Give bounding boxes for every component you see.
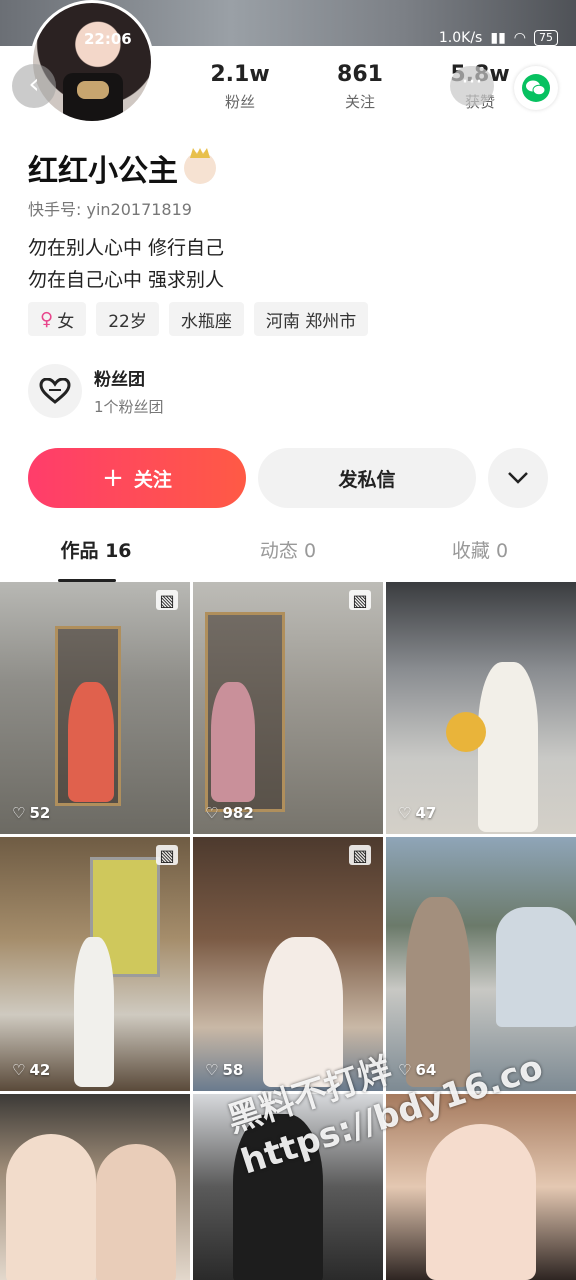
post-thumbnail[interactable] <box>193 1094 383 1280</box>
like-count: ♡ 58 <box>205 1061 243 1079</box>
person-shape <box>6 1134 96 1280</box>
heart-icon: ♡ <box>12 1061 26 1079</box>
stat-value: 861 <box>337 62 383 87</box>
follow-label: 关注 <box>133 468 172 491</box>
follow-button[interactable]: + 关注 <box>28 448 246 508</box>
person-shape <box>478 662 538 832</box>
stat-value: 2.1w <box>210 62 270 87</box>
post-thumbnail[interactable] <box>0 1094 190 1280</box>
post-thumbnail[interactable]: ♡ 64 <box>386 837 576 1091</box>
person-shape <box>74 937 114 1087</box>
tag-text: 女 <box>57 311 75 332</box>
heart-icon: ♡ <box>398 804 412 822</box>
heart-icon: ♡ <box>12 804 26 822</box>
like-count-text: 58 <box>222 1061 244 1079</box>
stat-fans[interactable]: 2.1w 粉丝 <box>190 62 290 112</box>
heart-outline-icon <box>28 364 82 418</box>
tab-favorites[interactable]: 收藏 0 <box>384 536 576 576</box>
bio: 勿在别人心中 修行自己 勿在自己心中 强求别人 <box>28 232 224 296</box>
like-count-text: 47 <box>415 804 437 822</box>
like-count: ♡ 64 <box>398 1061 436 1079</box>
more-options-button[interactable]: ··· <box>450 66 494 106</box>
send-message-button[interactable]: 发私信 <box>258 448 476 508</box>
status-time: 22:06 <box>84 30 132 48</box>
tag-zodiac: 水瓶座 <box>168 302 244 336</box>
person-shape <box>406 897 470 1087</box>
tab-moments[interactable]: 动态 0 <box>192 536 384 576</box>
like-count: ♡ 52 <box>12 804 50 822</box>
flower-bouquet-shape <box>446 712 486 752</box>
stat-label: 关注 <box>344 93 375 111</box>
tag-location[interactable]: 河南 郑州市 <box>253 302 369 336</box>
car-shape <box>496 907 576 1027</box>
like-count-text: 52 <box>29 804 51 822</box>
fan-club-subtitle: 1个粉丝团 <box>94 398 164 416</box>
wechat-icon <box>522 74 550 102</box>
avatar-bow <box>77 81 109 99</box>
heart-icon: ♡ <box>398 1061 412 1079</box>
recommend-dropdown-button[interactable] <box>488 448 548 508</box>
status-icons: 1.0K/s ▮▮ ◠ 75 <box>439 30 558 46</box>
back-button[interactable]: ‹ <box>12 64 56 108</box>
stat-following[interactable]: 861 关注 <box>310 62 410 112</box>
heart-icon: ♡ <box>205 804 219 822</box>
more-icon: ··· <box>461 70 483 95</box>
like-count: ♡ 982 <box>205 804 254 822</box>
signal-icon: ▮▮ <box>490 30 506 46</box>
heart-icon: ♡ <box>205 1061 219 1079</box>
female-icon: ♀ <box>40 308 54 330</box>
post-thumbnail[interactable]: ▧ ♡ 58 <box>193 837 383 1091</box>
fan-club[interactable]: 粉丝团 1个粉丝团 <box>28 364 164 418</box>
net-speed: 1.0K/s <box>438 30 483 46</box>
post-thumbnail[interactable] <box>386 1094 576 1280</box>
avatar[interactable] <box>30 0 154 124</box>
person-shape <box>211 682 255 802</box>
tab-works[interactable]: 作品 16 <box>0 536 192 582</box>
princess-emoji-icon <box>184 152 216 184</box>
battery-icon: 75 <box>534 30 558 46</box>
person-shape <box>96 1144 176 1280</box>
profile-name: 红红小公主 <box>28 146 216 190</box>
tag-age: 22岁 <box>96 302 159 336</box>
post-thumbnail[interactable]: ▧ ♡ 982 <box>193 582 383 834</box>
fan-club-title: 粉丝团 <box>94 370 145 390</box>
user-id[interactable]: 快手号: yin20171819 <box>28 196 192 220</box>
image-icon: ▧ <box>156 845 178 865</box>
fan-club-text: 粉丝团 1个粉丝团 <box>94 365 164 417</box>
content-tabs: 作品 16 动态 0 收藏 0 <box>0 536 576 582</box>
like-count: ♡ 42 <box>12 1061 50 1079</box>
bio-line: 勿在自己心中 强求别人 <box>28 269 225 291</box>
profile-name-text: 红红小公主 <box>28 154 178 189</box>
chevron-down-icon <box>508 472 528 484</box>
like-count: ♡ 47 <box>398 804 436 822</box>
post-thumbnail[interactable]: ▧ ♡ 52 <box>0 582 190 834</box>
like-count-text: 64 <box>415 1061 437 1079</box>
image-icon: ▧ <box>349 845 371 865</box>
stat-label: 粉丝 <box>224 93 255 111</box>
wechat-share-button[interactable] <box>514 66 558 110</box>
profile-tags: ♀ 女 22岁 水瓶座 河南 郑州市 <box>28 302 369 336</box>
posts-grid: ▧ ♡ 52 ▧ ♡ 982 ♡ 47 ▧ ♡ 42 ▧ ♡ 58 ♡ 64 <box>0 582 576 1280</box>
like-count-text: 42 <box>29 1061 51 1079</box>
plus-icon: + <box>102 463 124 493</box>
post-thumbnail[interactable]: ▧ ♡ 42 <box>0 837 190 1091</box>
image-icon: ▧ <box>349 590 371 610</box>
image-icon: ▧ <box>156 590 178 610</box>
person-shape <box>263 937 343 1087</box>
tag-gender: ♀ 女 <box>28 302 87 336</box>
person-shape <box>68 682 114 802</box>
like-count-text: 982 <box>222 804 254 822</box>
bio-line: 勿在别人心中 修行自己 <box>28 237 225 259</box>
chevron-left-icon: ‹ <box>28 67 40 100</box>
person-shape <box>426 1124 536 1280</box>
post-thumbnail[interactable]: ♡ 47 <box>386 582 576 834</box>
wifi-icon: ◠ <box>513 30 526 46</box>
person-shape <box>233 1114 323 1280</box>
